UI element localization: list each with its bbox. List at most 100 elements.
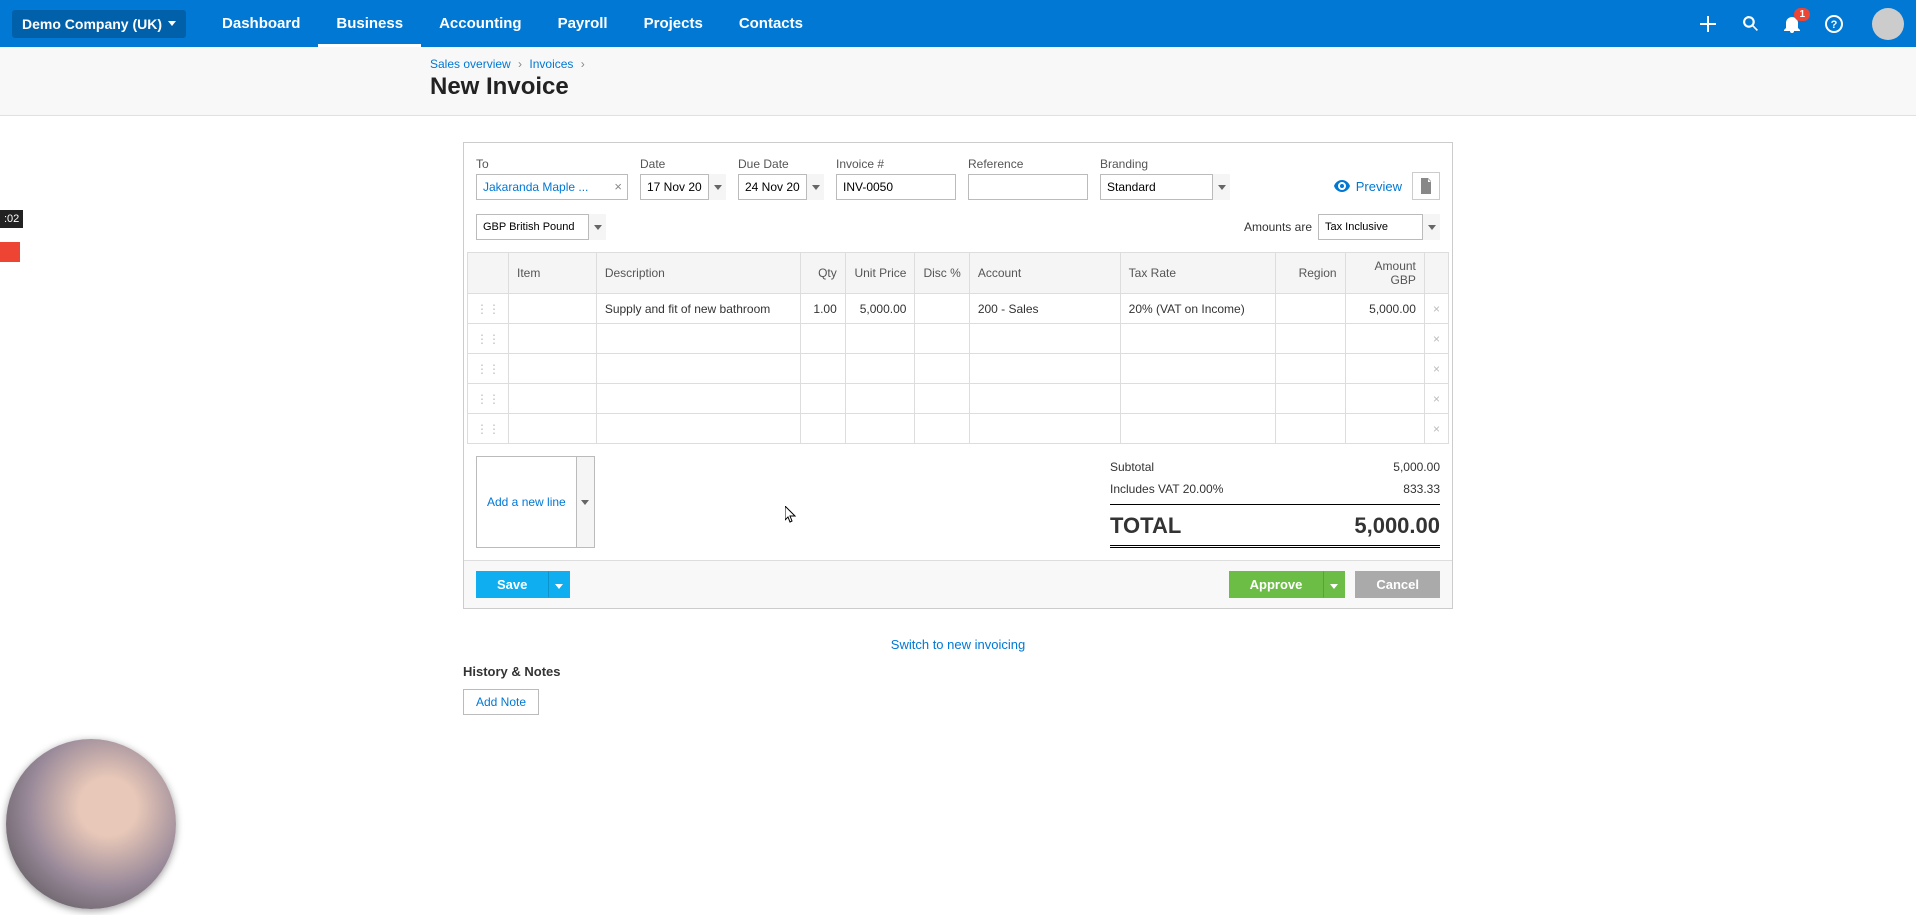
delete-row-icon[interactable]: × [1424, 324, 1448, 354]
clear-to-icon[interactable]: × [614, 179, 622, 194]
table-row[interactable]: ⋮⋮ × [468, 354, 1449, 384]
cell-account[interactable] [969, 414, 1120, 444]
delete-row-icon[interactable]: × [1424, 414, 1448, 444]
cell-tax[interactable] [1120, 384, 1276, 414]
cell-item[interactable] [509, 294, 597, 324]
cell-disc[interactable] [915, 324, 969, 354]
cell-amount[interactable]: 5,000.00 [1345, 294, 1424, 324]
save-button[interactable]: Save [476, 571, 548, 598]
cell-account[interactable] [969, 384, 1120, 414]
drag-handle-icon[interactable]: ⋮⋮ [468, 294, 509, 324]
cell-item[interactable] [509, 414, 597, 444]
to-input[interactable] [476, 174, 628, 200]
bell-icon[interactable]: 1 [1782, 14, 1802, 34]
cell-disc[interactable] [915, 294, 969, 324]
cell-amount[interactable] [1345, 354, 1424, 384]
delete-row-icon[interactable]: × [1424, 294, 1448, 324]
date-input[interactable] [640, 174, 708, 200]
amounts-are-dropdown-button[interactable] [1422, 214, 1440, 240]
cell-qty[interactable] [800, 414, 845, 444]
help-icon[interactable]: ? [1824, 14, 1844, 34]
cell-disc[interactable] [915, 384, 969, 414]
table-row[interactable]: ⋮⋮Supply and fit of new bathroom1.005,00… [468, 294, 1449, 324]
table-row[interactable]: ⋮⋮ × [468, 414, 1449, 444]
invoice-number-input[interactable] [836, 174, 956, 200]
cell-tax[interactable] [1120, 354, 1276, 384]
cell-desc[interactable] [596, 354, 800, 384]
cell-amount[interactable] [1345, 324, 1424, 354]
cell-amount[interactable] [1345, 384, 1424, 414]
cell-unit[interactable] [845, 384, 915, 414]
nav-tab-accounting[interactable]: Accounting [421, 0, 540, 47]
cell-unit[interactable] [845, 414, 915, 444]
nav-tab-projects[interactable]: Projects [626, 0, 721, 47]
reference-input[interactable] [968, 174, 1088, 200]
approve-button[interactable]: Approve [1229, 571, 1324, 598]
cell-item[interactable] [509, 384, 597, 414]
cell-unit[interactable] [845, 354, 915, 384]
due-picker-button[interactable] [806, 174, 824, 200]
plus-icon[interactable] [1698, 14, 1718, 34]
delete-row-icon[interactable]: × [1424, 384, 1448, 414]
switch-invoicing-link[interactable]: Switch to new invoicing [0, 637, 1916, 652]
cell-desc[interactable] [596, 414, 800, 444]
currency-dropdown-button[interactable] [588, 214, 606, 240]
cell-disc[interactable] [915, 354, 969, 384]
cancel-button[interactable]: Cancel [1355, 571, 1440, 598]
currency-select[interactable] [476, 214, 588, 240]
cell-account[interactable] [969, 324, 1120, 354]
branding-select[interactable] [1100, 174, 1212, 200]
cell-desc[interactable] [596, 324, 800, 354]
save-dropdown[interactable] [548, 571, 570, 598]
approve-dropdown[interactable] [1323, 571, 1345, 598]
drag-handle-icon[interactable]: ⋮⋮ [468, 354, 509, 384]
cell-item[interactable] [509, 324, 597, 354]
avatar[interactable] [1872, 8, 1904, 40]
cell-qty[interactable] [800, 384, 845, 414]
cell-tax[interactable]: 20% (VAT on Income) [1120, 294, 1276, 324]
table-row[interactable]: ⋮⋮ × [468, 324, 1449, 354]
nav-tab-dashboard[interactable]: Dashboard [204, 0, 318, 47]
cell-region[interactable] [1276, 384, 1345, 414]
breadcrumb-sales[interactable]: Sales overview [430, 57, 511, 71]
cell-unit[interactable]: 5,000.00 [845, 294, 915, 324]
table-row[interactable]: ⋮⋮ × [468, 384, 1449, 414]
cell-qty[interactable] [800, 324, 845, 354]
cell-disc[interactable] [915, 414, 969, 444]
cell-qty[interactable]: 1.00 [800, 294, 845, 324]
cell-account[interactable] [969, 354, 1120, 384]
cell-desc[interactable] [596, 384, 800, 414]
cell-qty[interactable] [800, 354, 845, 384]
cell-desc[interactable]: Supply and fit of new bathroom [596, 294, 800, 324]
cell-tax[interactable] [1120, 324, 1276, 354]
due-input[interactable] [738, 174, 806, 200]
files-button[interactable] [1412, 172, 1440, 200]
delete-row-icon[interactable]: × [1424, 354, 1448, 384]
cell-region[interactable] [1276, 354, 1345, 384]
nav-tab-payroll[interactable]: Payroll [540, 0, 626, 47]
cell-account[interactable]: 200 - Sales [969, 294, 1120, 324]
org-selector[interactable]: Demo Company (UK) [12, 10, 186, 38]
cell-amount[interactable] [1345, 414, 1424, 444]
cell-region[interactable] [1276, 294, 1345, 324]
cell-unit[interactable] [845, 324, 915, 354]
cell-region[interactable] [1276, 414, 1345, 444]
branding-dropdown-button[interactable] [1212, 174, 1230, 200]
cell-item[interactable] [509, 354, 597, 384]
drag-handle-icon[interactable]: ⋮⋮ [468, 414, 509, 444]
nav-tab-business[interactable]: Business [318, 0, 421, 47]
drag-handle-icon[interactable]: ⋮⋮ [468, 384, 509, 414]
add-note-button[interactable]: Add Note [463, 689, 539, 715]
drag-handle-icon[interactable]: ⋮⋮ [468, 324, 509, 354]
amounts-are-select[interactable] [1318, 214, 1422, 240]
date-label: Date [640, 157, 726, 171]
search-icon[interactable] [1740, 14, 1760, 34]
add-line-button[interactable]: Add a new line [476, 456, 577, 548]
nav-tab-contacts[interactable]: Contacts [721, 0, 821, 47]
cell-region[interactable] [1276, 324, 1345, 354]
cell-tax[interactable] [1120, 414, 1276, 444]
add-line-dropdown[interactable] [577, 456, 595, 548]
breadcrumb-invoices[interactable]: Invoices [529, 57, 573, 71]
preview-link[interactable]: Preview [1334, 179, 1402, 194]
date-picker-button[interactable] [708, 174, 726, 200]
